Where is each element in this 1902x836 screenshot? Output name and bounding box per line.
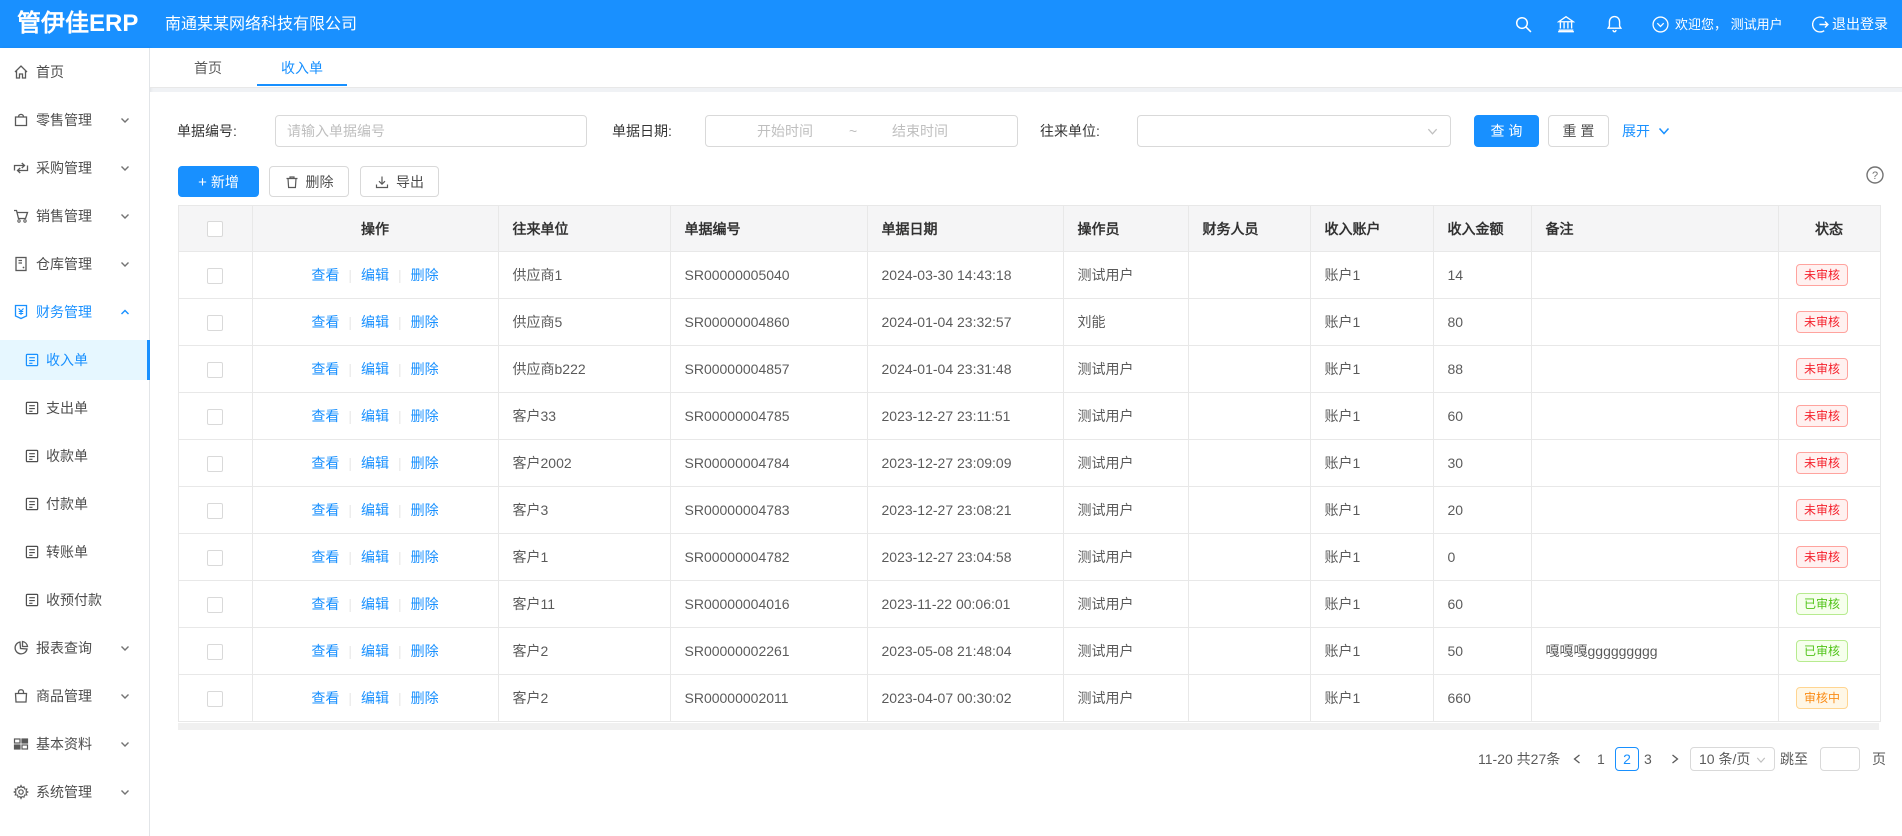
svg-text:?: ? — [1872, 170, 1878, 182]
